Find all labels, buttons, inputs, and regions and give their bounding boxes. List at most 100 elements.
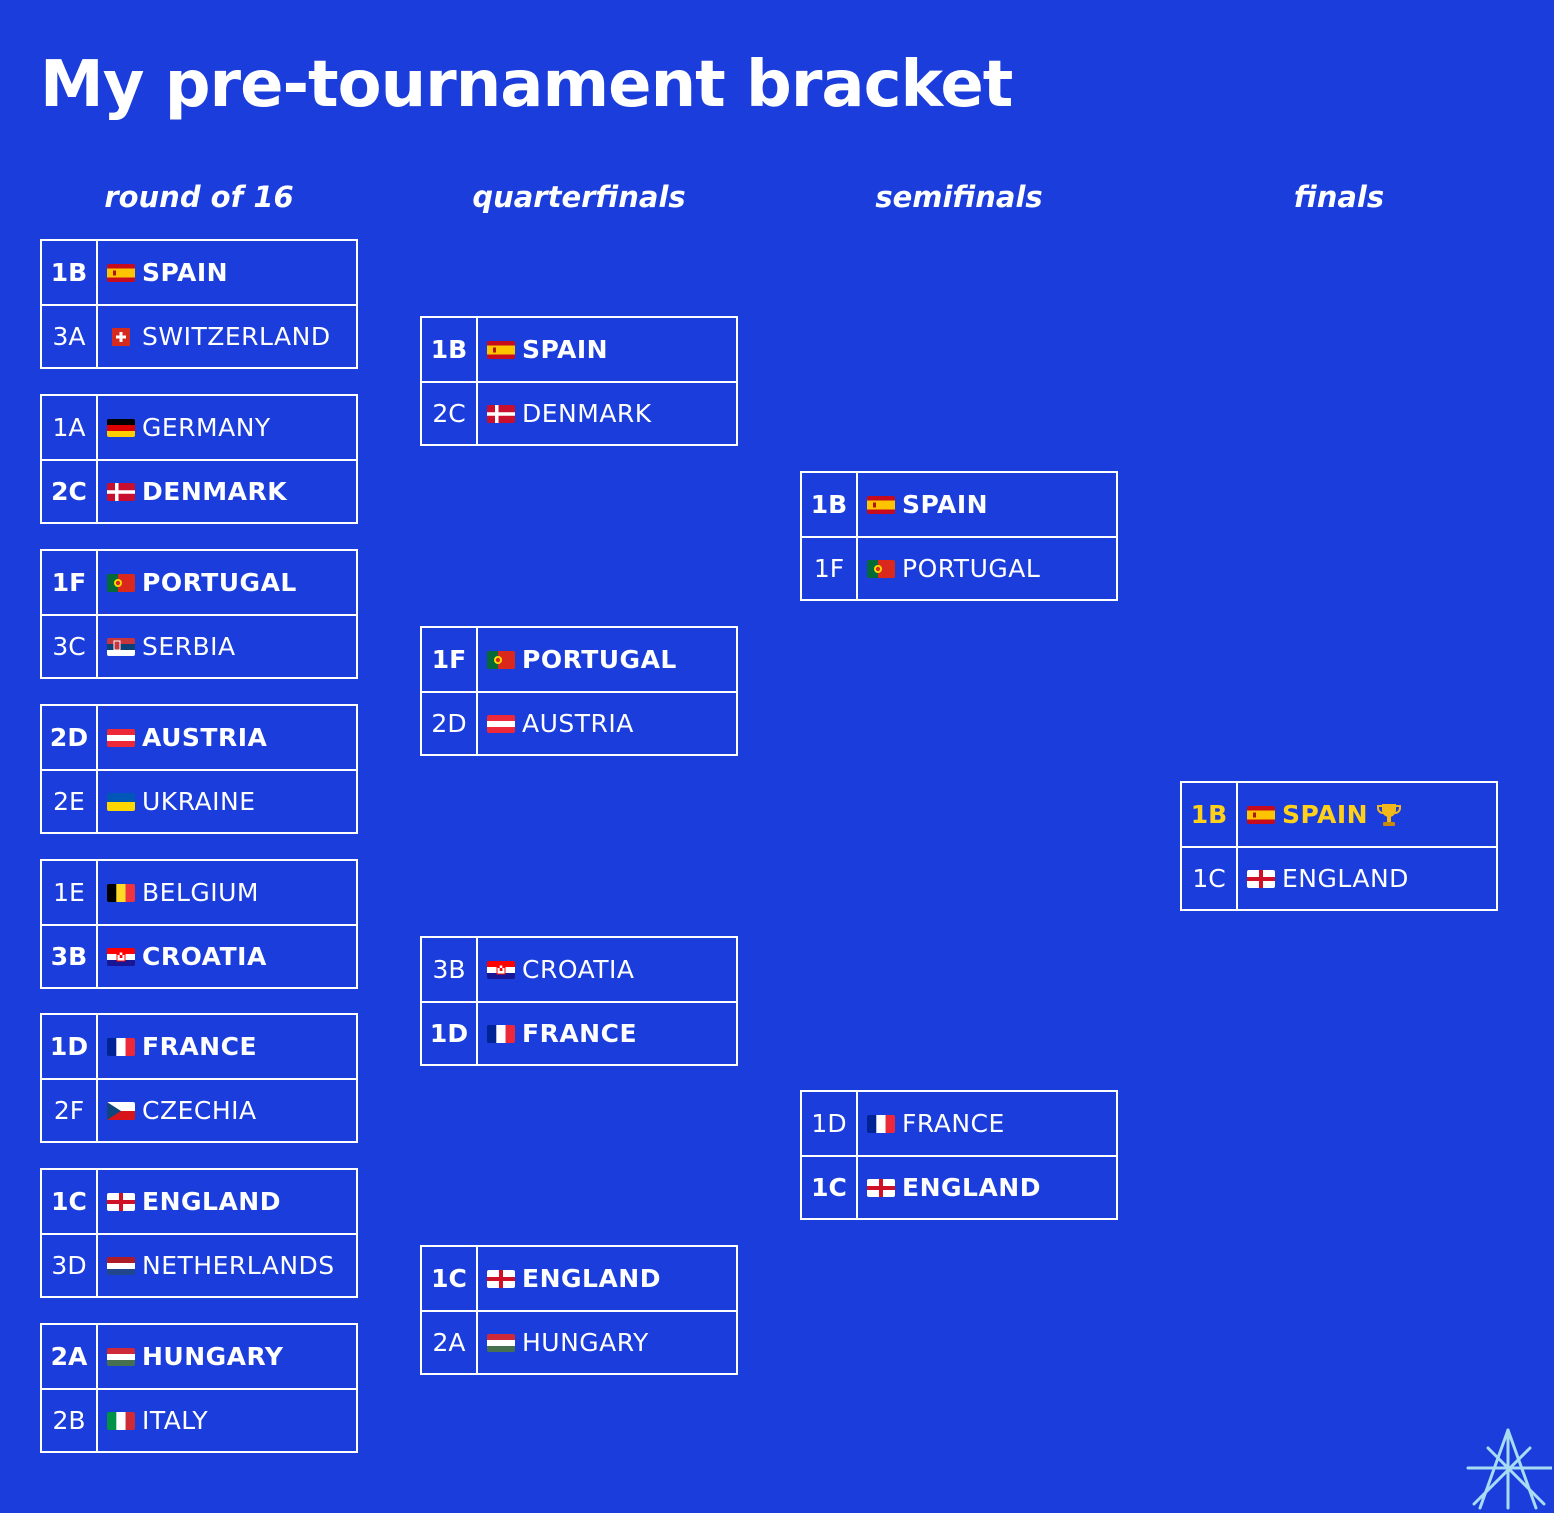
round-of-16-match: 1B SPAIN 3A SWITZERLAND (40, 239, 358, 369)
team-row[interactable]: 2F CZECHIA (42, 1078, 356, 1141)
team-name: SWITZERLAND (142, 322, 331, 351)
team-name: ENGLAND (522, 1264, 661, 1293)
team-name: SPAIN (902, 490, 989, 519)
team-seed: 2B (42, 1390, 98, 1451)
team-seed: 1D (422, 1003, 478, 1064)
portugal-flag-icon (487, 650, 515, 669)
team-name: DENMARK (142, 477, 288, 506)
team-row[interactable]: 1C ENGLAND (42, 1170, 356, 1233)
team-row[interactable]: 1C ENGLAND (422, 1247, 736, 1310)
spain-flag-icon (107, 263, 135, 282)
italy-flag-icon (107, 1411, 135, 1430)
team-name-cell: FRANCE (487, 1019, 637, 1048)
logo-icon (1466, 1428, 1552, 1510)
team-row[interactable]: 1D FRANCE (422, 1001, 736, 1064)
round-label-quarterfinals: quarterfinals (472, 180, 686, 214)
serbia-flag-icon (107, 637, 135, 656)
team-name-cell: PORTUGAL (487, 645, 677, 674)
team-name: ENGLAND (1282, 864, 1409, 893)
team-seed: 3D (42, 1235, 98, 1296)
team-name: PORTUGAL (522, 645, 677, 674)
team-row[interactable]: 2A HUNGARY (42, 1325, 356, 1388)
belgium-flag-icon (107, 883, 135, 902)
quarterfinals-match: 1F PORTUGAL 2D AUSTRIA (420, 626, 738, 756)
france-flag-icon (487, 1024, 515, 1043)
team-row[interactable]: 2C DENMARK (422, 381, 736, 444)
team-row[interactable]: 1B SPAIN (422, 318, 736, 381)
team-name-cell: FRANCE (867, 1109, 1005, 1138)
team-seed: 1D (802, 1092, 858, 1155)
austria-flag-icon (487, 714, 515, 733)
portugal-flag-icon (867, 559, 895, 578)
team-row[interactable]: 2D AUSTRIA (42, 706, 356, 769)
team-row[interactable]: 3D NETHERLANDS (42, 1233, 356, 1296)
team-row[interactable]: 3B CROATIA (42, 924, 356, 987)
team-seed: 1C (42, 1170, 98, 1233)
germany-flag-icon (107, 418, 135, 437)
team-row[interactable]: 1D FRANCE (802, 1092, 1116, 1155)
team-name-cell: HUNGARY (487, 1328, 649, 1357)
team-seed: 2A (422, 1312, 478, 1373)
team-row[interactable]: 1C ENGLAND (802, 1155, 1116, 1218)
team-name-cell: PORTUGAL (107, 568, 297, 597)
team-name-cell: ITALY (107, 1406, 208, 1435)
team-row[interactable]: 1C ENGLAND (1182, 846, 1496, 909)
team-name-cell: NETHERLANDS (107, 1251, 335, 1280)
croatia-flag-icon (487, 960, 515, 979)
team-name-cell: SPAIN (107, 258, 228, 287)
team-name-cell: PORTUGAL (867, 554, 1040, 583)
team-row[interactable]: 3C SERBIA (42, 614, 356, 677)
team-name-cell: ENGLAND (867, 1173, 1041, 1202)
team-row[interactable]: 2A HUNGARY (422, 1310, 736, 1373)
team-row[interactable]: 1F PORTUGAL (42, 551, 356, 614)
team-row[interactable]: 1D FRANCE (42, 1015, 356, 1078)
team-name: GERMANY (142, 413, 271, 442)
team-row[interactable]: 3B CROATIA (422, 938, 736, 1001)
round-of-16-match: 2D AUSTRIA 2E UKRAINE (40, 704, 358, 834)
round-label-round-of-16: round of 16 (104, 180, 294, 214)
team-row[interactable]: 2D AUSTRIA (422, 691, 736, 754)
round-label-semifinals: semifinals (875, 180, 1043, 214)
denmark-flag-icon (107, 482, 135, 501)
team-name-cell: CZECHIA (107, 1096, 257, 1125)
team-row[interactable]: 2E UKRAINE (42, 769, 356, 832)
switzerland-flag-icon (112, 327, 130, 346)
team-name: HUNGARY (522, 1328, 649, 1357)
quarterfinals-match: 1B SPAIN 2C DENMARK (420, 316, 738, 446)
team-name-cell: CROATIA (487, 955, 634, 984)
team-name-cell: ENGLAND (107, 1187, 281, 1216)
team-row[interactable]: 2B ITALY (42, 1388, 356, 1451)
team-row[interactable]: 1A GERMANY (42, 396, 356, 459)
team-seed: 1F (422, 628, 478, 691)
team-name: FRANCE (142, 1032, 258, 1061)
netherlands-flag-icon (107, 1256, 135, 1275)
team-name-cell: BELGIUM (107, 878, 259, 907)
team-name-cell: SPAIN (1247, 800, 1403, 829)
team-row[interactable]: 1B SPAIN (42, 241, 356, 304)
austria-flag-icon (107, 728, 135, 747)
portugal-flag-icon (107, 573, 135, 592)
team-name: DENMARK (522, 399, 652, 428)
round-label-finals: finals (1293, 180, 1385, 214)
team-name: SPAIN (522, 335, 609, 364)
team-row[interactable]: 2C DENMARK (42, 459, 356, 522)
team-row[interactable]: 3A SWITZERLAND (42, 304, 356, 367)
team-row[interactable]: 1B SPAIN (1182, 783, 1496, 846)
team-name: SERBIA (142, 632, 236, 661)
team-name: CROATIA (522, 955, 635, 984)
team-seed: 1B (422, 318, 478, 381)
team-name: FRANCE (522, 1019, 638, 1048)
team-row[interactable]: 1F PORTUGAL (802, 536, 1116, 599)
team-row[interactable]: 1B SPAIN (802, 473, 1116, 536)
quarterfinals-match: 3B CROATIA 1D FRANCE (420, 936, 738, 1066)
team-name: FRANCE (902, 1109, 1005, 1138)
team-name: CZECHIA (142, 1096, 257, 1125)
team-name-cell: SPAIN (487, 335, 608, 364)
team-row[interactable]: 1E BELGIUM (42, 861, 356, 924)
england-flag-icon (107, 1192, 135, 1211)
team-seed: 2E (42, 771, 98, 832)
round-of-16-match: 1E BELGIUM 3B CROATIA (40, 859, 358, 989)
ukraine-flag-icon (107, 792, 135, 811)
team-row[interactable]: 1F PORTUGAL (422, 628, 736, 691)
team-seed: 1B (1182, 783, 1238, 846)
